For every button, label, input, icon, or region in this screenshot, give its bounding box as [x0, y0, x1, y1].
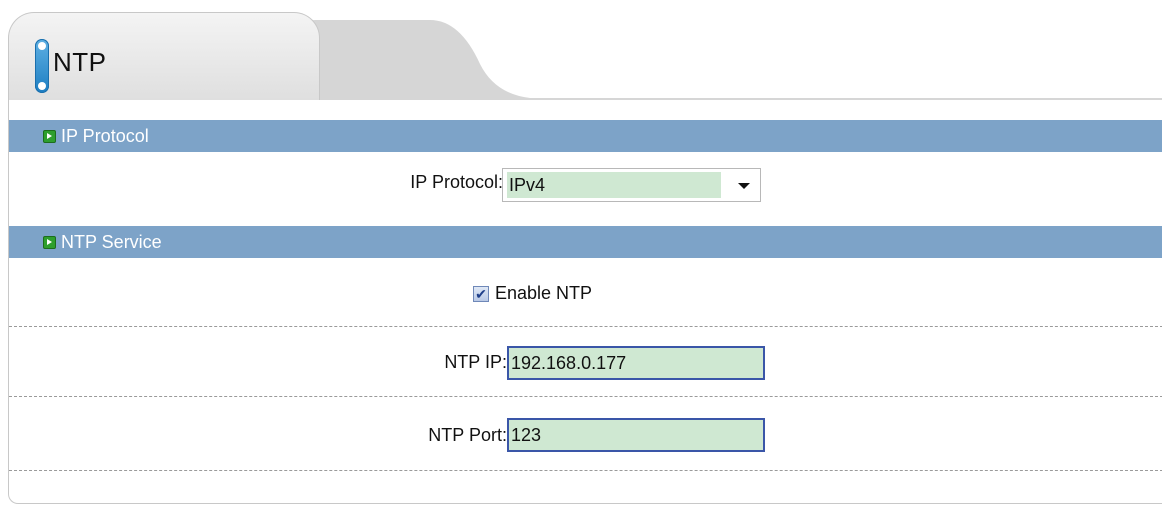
ntp-port-input[interactable]: 123: [507, 418, 765, 452]
tab-pill-icon: [35, 39, 49, 93]
ntp-port-row: NTP Port: 123: [9, 396, 1162, 470]
green-arrow-icon: [43, 129, 56, 143]
chevron-down-icon: [738, 183, 750, 189]
inactive-tab-background: [290, 20, 1162, 110]
enable-ntp-row: ✔ Enable NTP: [9, 258, 1162, 326]
ntp-ip-row: NTP IP: 192.168.0.177: [9, 326, 1162, 396]
enable-ntp-checkbox[interactable]: ✔: [473, 286, 489, 302]
ntp-port-label: NTP Port:: [428, 425, 507, 445]
tab-ntp[interactable]: NTP: [8, 12, 320, 112]
green-arrow-icon: [43, 235, 56, 249]
section-title: IP Protocol: [61, 125, 149, 146]
ip-protocol-selected-value: IPv4: [507, 172, 721, 198]
section-header-ntp-service: NTP Service: [9, 226, 1162, 258]
ntp-ip-label: NTP IP:: [444, 352, 507, 372]
content-panel: IP Protocol IP Protocol: IPv4 NTP Servic…: [8, 100, 1162, 504]
section-title: NTP Service: [61, 231, 162, 252]
tab-title: NTP: [53, 47, 107, 77]
tab-strip: NTP: [0, 0, 1162, 112]
ntp-ip-input[interactable]: 192.168.0.177: [507, 346, 765, 380]
ip-protocol-label: IP Protocol:: [410, 172, 503, 192]
enable-ntp-label: Enable NTP: [495, 283, 593, 303]
section-header-ip-protocol: IP Protocol: [9, 120, 1162, 152]
ip-protocol-row: IP Protocol: IPv4: [9, 152, 1162, 216]
row-divider: [9, 470, 1162, 471]
ip-protocol-select[interactable]: IPv4: [502, 168, 761, 202]
